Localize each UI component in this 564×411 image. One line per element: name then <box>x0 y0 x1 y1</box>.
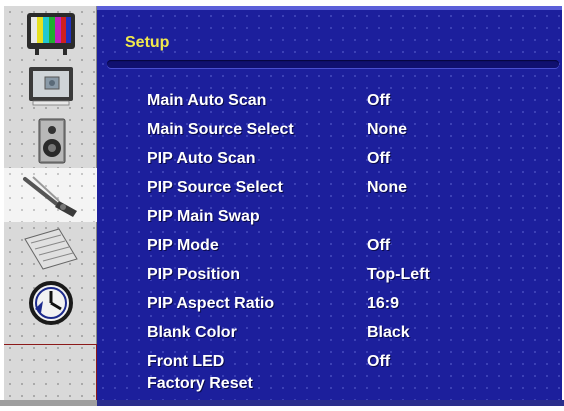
menu-item-pip-mode[interactable]: PIP Mode Off <box>147 237 507 261</box>
osd-window: Setup Main Auto Scan Off Main Source Sel… <box>0 0 564 411</box>
sidebar-item-display[interactable] <box>4 60 97 114</box>
setup-panel: Setup Main Auto Scan Off Main Source Sel… <box>97 6 562 401</box>
menu-item-pip-auto-scan[interactable]: PIP Auto Scan Off <box>147 150 507 174</box>
monitor-picture-icon <box>28 67 73 106</box>
menu-item-pip-source-select[interactable]: PIP Source Select None <box>147 179 507 203</box>
speaker-icon <box>38 118 65 164</box>
menu-item-label: Front LED <box>147 353 225 370</box>
menu-item-blank-color[interactable]: Blank Color Black <box>147 324 507 348</box>
menu-item-label: Factory Reset <box>147 375 253 392</box>
menu-item-label: PIP Source Select <box>147 179 283 196</box>
clock-icon <box>28 281 73 325</box>
bottom-bar-left <box>0 400 97 406</box>
menu-item-factory-reset[interactable]: Factory Reset <box>147 375 507 399</box>
menu-item-value: None <box>367 121 407 138</box>
sidebar-item-empty <box>4 344 97 401</box>
test-pattern-icon <box>26 13 75 55</box>
menu-item-main-source-select[interactable]: Main Source Select None <box>147 121 507 145</box>
sidebar <box>4 6 97 401</box>
sidebar-item-audio[interactable] <box>4 114 97 168</box>
menu-item-main-auto-scan[interactable]: Main Auto Scan Off <box>147 92 507 116</box>
sidebar-item-picture[interactable] <box>4 6 97 60</box>
menu-item-front-led[interactable]: Front LED Off <box>147 353 507 377</box>
sidebar-item-time[interactable] <box>4 276 97 330</box>
page-title: Setup <box>125 34 170 51</box>
menu-item-label: PIP Mode <box>147 237 219 254</box>
sidebar-item-notes[interactable] <box>4 222 97 276</box>
tools-icon <box>22 176 77 217</box>
menu-item-value: Off <box>367 92 391 109</box>
menu-item-label: PIP Auto Scan <box>147 150 256 167</box>
menu-item-value: Black <box>367 324 410 341</box>
menu-item-pip-position[interactable]: PIP Position Top-Left <box>147 266 507 290</box>
sidebar-item-setup[interactable] <box>4 168 97 222</box>
menu-item-value: Top-Left <box>367 266 430 283</box>
menu-item-value: 16:9 <box>367 295 400 312</box>
menu-item-label: Main Auto Scan <box>147 92 267 109</box>
menu-item-value: None <box>367 179 407 196</box>
notepad-icon <box>23 228 78 270</box>
menu-item-label: Blank Color <box>147 324 237 341</box>
menu-item-pip-aspect-ratio[interactable]: PIP Aspect Ratio 16:9 <box>147 295 507 319</box>
menu-item-label: PIP Position <box>147 266 241 283</box>
menu-item-value: Off <box>367 237 391 254</box>
menu-item-pip-main-swap[interactable]: PIP Main Swap <box>147 208 507 232</box>
menu-item-label: Main Source Select <box>147 121 294 138</box>
bottom-bar <box>0 400 564 406</box>
menu-item-value: Off <box>367 150 391 167</box>
title-underline <box>107 60 559 68</box>
menu-item-label: PIP Aspect Ratio <box>147 295 275 312</box>
menu-item-label: PIP Main Swap <box>147 208 260 225</box>
menu-item-value: Off <box>367 353 391 370</box>
